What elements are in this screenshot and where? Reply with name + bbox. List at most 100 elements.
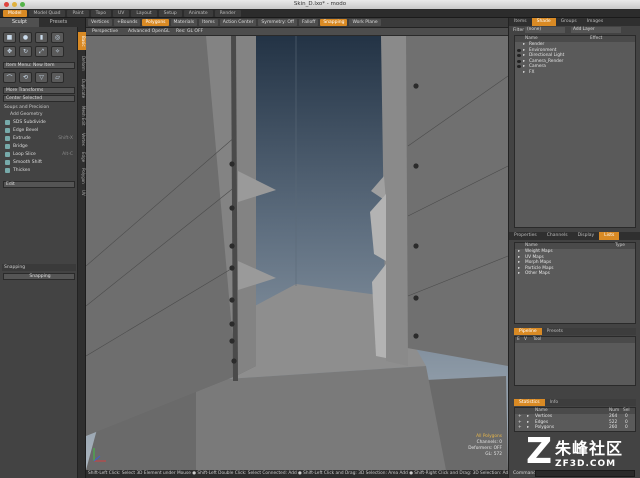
window-titlebar: Skin_D.lxo* - modo (0, 0, 640, 9)
twist-icon[interactable]: ⟲ (19, 72, 32, 83)
tab-shade[interactable]: Shade (531, 18, 556, 26)
taper-icon[interactable]: ▽ (35, 72, 48, 83)
work-plane-dropdown[interactable]: Work Plane (349, 19, 381, 26)
item-list-tabs: Items Shade Groups Images (509, 18, 640, 26)
falloff-dropdown[interactable]: Falloff (299, 19, 319, 26)
tab-groups[interactable]: Groups (556, 18, 582, 26)
vtab-duplicate[interactable]: Duplicate (78, 76, 86, 102)
hud-gl-count: GL: 572 (485, 452, 502, 457)
tab-model[interactable]: Model (3, 9, 27, 17)
statistics-tabs: Statistics Info (514, 399, 636, 406)
visibility-icon[interactable] (517, 65, 521, 69)
tab-pipeline-presets[interactable]: Presets (542, 328, 568, 335)
tab-uv[interactable]: UV (112, 9, 130, 17)
snapping-button[interactable]: Snapping (320, 19, 348, 26)
smooth-shift-tool[interactable]: Smooth Shift (4, 159, 75, 166)
status-bar: Shift-Left Click: Select 3D Element unde… (86, 470, 508, 478)
tool-label: SDS Subdivide (13, 120, 46, 125)
sphere-icon[interactable]: ● (19, 32, 32, 43)
more-transforms-dropdown[interactable]: More Transforms (3, 87, 75, 94)
vertices-mode-button[interactable]: Vertices (88, 19, 112, 26)
3d-viewport[interactable]: All Polygons Channels: 0 Deformers: OFF … (86, 36, 508, 470)
edge-bevel-tool[interactable]: Edge Bevel (4, 127, 75, 134)
extrude-tool[interactable]: Extrude Shift-X (4, 135, 75, 142)
bridge-tool[interactable]: Bridge (4, 143, 75, 150)
tab-layout[interactable]: Layout (131, 9, 157, 17)
bounds-mode-button[interactable]: +Bounds (113, 19, 141, 26)
tab-lists[interactable]: Lists (599, 232, 620, 240)
close-window-button[interactable] (4, 2, 9, 7)
edit-dropdown[interactable]: Edit (3, 181, 75, 188)
tab-pipeline[interactable]: Pipeline (514, 328, 542, 335)
vtab-edge[interactable]: Edge (78, 150, 86, 164)
symmetry-dropdown[interactable]: Symmetry: Off (258, 19, 298, 26)
cylinder-icon[interactable]: ▮ (35, 32, 48, 43)
minimize-window-button[interactable] (12, 2, 17, 7)
items-mode-button[interactable]: Items (199, 19, 218, 26)
tab-animate[interactable]: Animate (183, 9, 213, 17)
scale-icon[interactable]: ⤢ (35, 46, 48, 57)
vtab-uv[interactable]: UV (78, 188, 86, 198)
shear-icon[interactable]: ▱ (51, 72, 64, 83)
bend-icon[interactable]: ⌒ (3, 72, 16, 83)
tab-model-quad[interactable]: Model Quad (28, 9, 66, 17)
vtab-basic[interactable]: Basic (78, 32, 86, 50)
visibility-icon[interactable] (517, 54, 521, 58)
item-menu-dropdown[interactable]: Item Menu: New Item (3, 62, 75, 69)
watermark-url: ZF3D.COM (555, 459, 617, 469)
tab-presets[interactable]: Presets (39, 18, 78, 27)
vtab-polygon[interactable]: Polygon (78, 166, 86, 186)
shading-style-dropdown[interactable]: Advanced OpenGL (128, 28, 170, 36)
snapping-header[interactable]: Snapping (2, 264, 76, 271)
vtab-mesh-edit[interactable]: Mesh Edit (78, 104, 86, 128)
tab-items[interactable]: Items (509, 18, 532, 26)
viewport-header: Perspective Advanced OpenGL Res: GL OFF (86, 28, 508, 36)
rivet (229, 321, 235, 327)
resolution-dropdown[interactable]: Res: GL OFF (176, 28, 203, 36)
rotate-icon[interactable]: ↻ (19, 46, 32, 57)
visibility-icon[interactable] (517, 48, 521, 52)
tab-info[interactable]: Info (545, 399, 564, 406)
list-item[interactable]: ▸ Other Maps (515, 271, 635, 277)
rivet (413, 243, 419, 249)
tab-setup[interactable]: Setup (158, 9, 182, 17)
action-center-dropdown[interactable]: Action Center (219, 19, 257, 26)
cube-icon[interactable]: ■ (3, 32, 16, 43)
component-toolbar: Vertices +Bounds Polygons Materials Item… (86, 18, 508, 28)
polygons-mode-button[interactable]: Polygons (142, 19, 169, 26)
section-title: Soups and Precision (4, 105, 50, 110)
center-selected-button[interactable]: Center Selected (3, 95, 75, 102)
smooth-shift-icon (5, 160, 10, 165)
snapping-toggle[interactable]: Snapping (3, 273, 75, 280)
tab-topo[interactable]: Topo (90, 9, 111, 17)
loop-slice-tool[interactable]: Loop Slice Alt-C (4, 151, 75, 158)
view-type-dropdown[interactable]: Perspective (92, 28, 118, 36)
tool-label: Thicken (13, 168, 31, 173)
add-geometry-header[interactable]: Add Geometry (2, 111, 76, 118)
transform-icon-row: ✥ ↻ ⤢ ✧ (3, 46, 64, 57)
watermark: Z 朱峰社区 ZF3D.COM (512, 430, 637, 474)
tab-images[interactable]: Images (582, 18, 608, 26)
tab-sculpt[interactable]: Sculpt (0, 18, 39, 27)
tab-paint[interactable]: Paint (67, 9, 89, 17)
tab-channels[interactable]: Channels (542, 232, 573, 240)
tab-render[interactable]: Render (214, 9, 241, 17)
move-icon[interactable]: ✥ (3, 46, 16, 57)
rivet (229, 243, 235, 249)
tab-properties[interactable]: Properties (509, 232, 542, 240)
transform-icon[interactable]: ✧ (51, 46, 64, 57)
tab-statistics[interactable]: Statistics (514, 399, 545, 406)
add-layer-dropdown[interactable]: Add Layer (571, 27, 621, 33)
visibility-icon[interactable] (517, 59, 521, 63)
zoom-window-button[interactable] (20, 2, 25, 7)
list-item[interactable]: ▸ FX (515, 70, 635, 76)
tab-display[interactable]: Display (573, 232, 600, 240)
thicken-tool[interactable]: Thicken (4, 167, 75, 174)
vtab-vertex[interactable]: Vertex (78, 130, 86, 148)
vtab-deform[interactable]: Deform (78, 52, 86, 74)
tool-label: Bridge (13, 144, 28, 149)
torus-icon[interactable]: ◎ (51, 32, 64, 43)
sds-subdivide-tool[interactable]: SDS Subdivide (4, 119, 75, 126)
materials-mode-button[interactable]: Materials (170, 19, 198, 26)
filter-dropdown[interactable]: (none) (525, 27, 565, 33)
